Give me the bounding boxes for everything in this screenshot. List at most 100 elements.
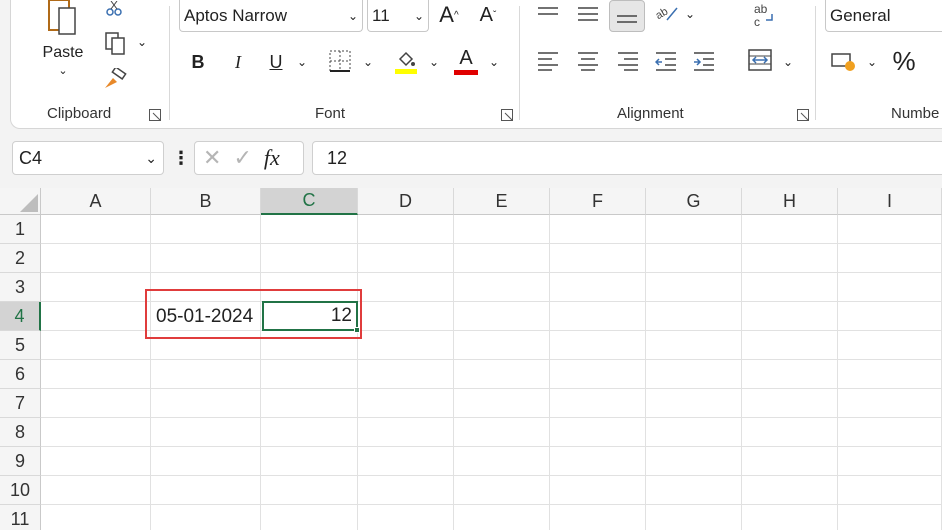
increase-font-size-button[interactable]: A ^ — [436, 0, 462, 30]
dialog-launcher-icon[interactable] — [501, 108, 513, 121]
separator — [519, 6, 520, 120]
number-group-label: Numbe — [891, 105, 940, 122]
column-header-i[interactable]: I — [838, 188, 942, 215]
ribbon: Paste ⌄ ⌄ Clipboard Aptos Narrow ⌄ 11 ⌄ … — [10, 0, 942, 129]
more-options-icon[interactable]: ⋮ — [172, 148, 190, 168]
bold-button[interactable]: B — [187, 50, 209, 74]
number-format-select[interactable]: General — [825, 0, 942, 32]
percent-icon: % — [892, 45, 916, 76]
underline-button[interactable]: U — [265, 50, 287, 74]
dialog-launcher-icon[interactable] — [797, 108, 809, 121]
row-header-2[interactable]: 2 — [0, 244, 41, 273]
row-header-8[interactable]: 8 — [0, 418, 41, 447]
clipboard-group-label: Clipboard — [47, 105, 112, 122]
font-size-select[interactable]: 11 ⌄ — [367, 0, 429, 32]
gridline — [150, 215, 151, 530]
bold-icon: B — [191, 51, 205, 72]
align-top-icon[interactable] — [535, 2, 561, 24]
percent-style-button[interactable]: % — [889, 46, 919, 76]
row-header-9[interactable]: 9 — [0, 447, 41, 476]
italic-icon: I — [235, 51, 241, 72]
column-header-c[interactable]: C — [261, 188, 358, 215]
copy-icon[interactable] — [101, 30, 129, 56]
align-bottom-icon[interactable] — [609, 0, 645, 32]
gridline — [41, 243, 942, 244]
name-box[interactable]: C4 ⌄ — [12, 141, 164, 175]
row-header-5[interactable]: 5 — [0, 331, 41, 360]
wrap-text-icon[interactable]: ab c — [749, 0, 779, 30]
column-header-h[interactable]: H — [742, 188, 838, 215]
row-header-3[interactable]: 3 — [0, 273, 41, 302]
separator — [815, 6, 816, 120]
accounting-format-icon[interactable] — [829, 48, 859, 76]
chevron-down-icon[interactable]: ⌄ — [865, 54, 879, 70]
chevron-down-icon: ⌄ — [58, 65, 68, 77]
cut-icon[interactable] — [103, 0, 125, 18]
chevron-down-icon[interactable]: ⌄ — [781, 54, 795, 70]
enter-icon[interactable]: ✓ — [233, 145, 251, 171]
align-center-icon[interactable] — [575, 48, 601, 74]
svg-text:ab: ab — [754, 2, 768, 16]
gridline — [453, 215, 454, 530]
dialog-launcher-icon[interactable] — [149, 108, 161, 121]
chevron-down-icon[interactable]: ⌄ — [487, 54, 501, 70]
merge-center-icon[interactable] — [745, 46, 775, 74]
column-header-g[interactable]: G — [646, 188, 742, 215]
gridline — [549, 215, 550, 530]
chevron-down-icon: ⌄ — [145, 149, 157, 166]
chevron-down-icon: ⌄ — [413, 8, 424, 23]
gridline — [357, 215, 358, 530]
paste-icon — [48, 0, 76, 35]
increase-indent-icon[interactable] — [691, 48, 717, 74]
gridline — [41, 417, 942, 418]
decrease-font-icon: A — [479, 3, 493, 26]
column-header-f[interactable]: F — [550, 188, 646, 215]
font-color-icon[interactable]: A — [453, 46, 479, 76]
gridline — [645, 215, 646, 530]
gridline — [837, 215, 838, 530]
font-name-select[interactable]: Aptos Narrow ⌄ — [179, 0, 363, 32]
name-box-value: C4 — [19, 147, 43, 168]
cancel-icon[interactable]: ✕ — [203, 145, 221, 171]
chevron-down-icon[interactable]: ⌄ — [683, 6, 697, 22]
gridline — [741, 215, 742, 530]
paste-label: Paste — [42, 44, 84, 61]
decrease-indent-icon[interactable] — [653, 48, 679, 74]
column-header-a[interactable]: A — [41, 188, 151, 215]
svg-text:c: c — [754, 15, 760, 28]
chevron-down-icon: ⌄ — [347, 8, 358, 23]
decrease-font-size-button[interactable]: Aˇ — [475, 0, 501, 30]
gridline — [41, 446, 942, 447]
fill-color-icon[interactable] — [393, 48, 419, 76]
column-header-d[interactable]: D — [358, 188, 454, 215]
chevron-down-icon[interactable]: ⌄ — [135, 34, 149, 50]
orientation-icon[interactable]: ab — [651, 0, 681, 26]
paste-button[interactable]: Paste ⌄ — [39, 0, 87, 90]
align-left-icon[interactable] — [535, 48, 561, 74]
insert-function-icon[interactable]: fx — [264, 145, 280, 171]
gridline — [41, 359, 942, 360]
row-header-7[interactable]: 7 — [0, 389, 41, 418]
chevron-down-icon[interactable]: ⌄ — [427, 54, 441, 70]
italic-button[interactable]: I — [227, 50, 249, 74]
chevron-down-icon[interactable]: ⌄ — [361, 54, 375, 70]
borders-icon[interactable] — [327, 48, 353, 74]
row-header-1[interactable]: 1 — [0, 215, 41, 244]
column-header-b[interactable]: B — [151, 188, 261, 215]
formula-input[interactable]: 12 — [312, 141, 942, 175]
alignment-group-label: Alignment — [617, 105, 684, 122]
row-header-11[interactable]: 11 — [0, 505, 41, 530]
format-painter-icon[interactable] — [101, 66, 129, 92]
font-size-value: 11 — [372, 5, 390, 25]
gridline — [41, 272, 942, 273]
align-middle-icon[interactable] — [575, 2, 601, 24]
chevron-down-icon[interactable]: ⌄ — [295, 54, 309, 70]
separator — [169, 6, 170, 120]
select-all-corner[interactable] — [0, 188, 41, 215]
row-header-10[interactable]: 10 — [0, 476, 41, 505]
column-header-e[interactable]: E — [454, 188, 550, 215]
align-right-icon[interactable] — [615, 48, 641, 74]
gridline — [41, 388, 942, 389]
row-header-4[interactable]: 4 — [0, 302, 41, 331]
row-header-6[interactable]: 6 — [0, 360, 41, 389]
